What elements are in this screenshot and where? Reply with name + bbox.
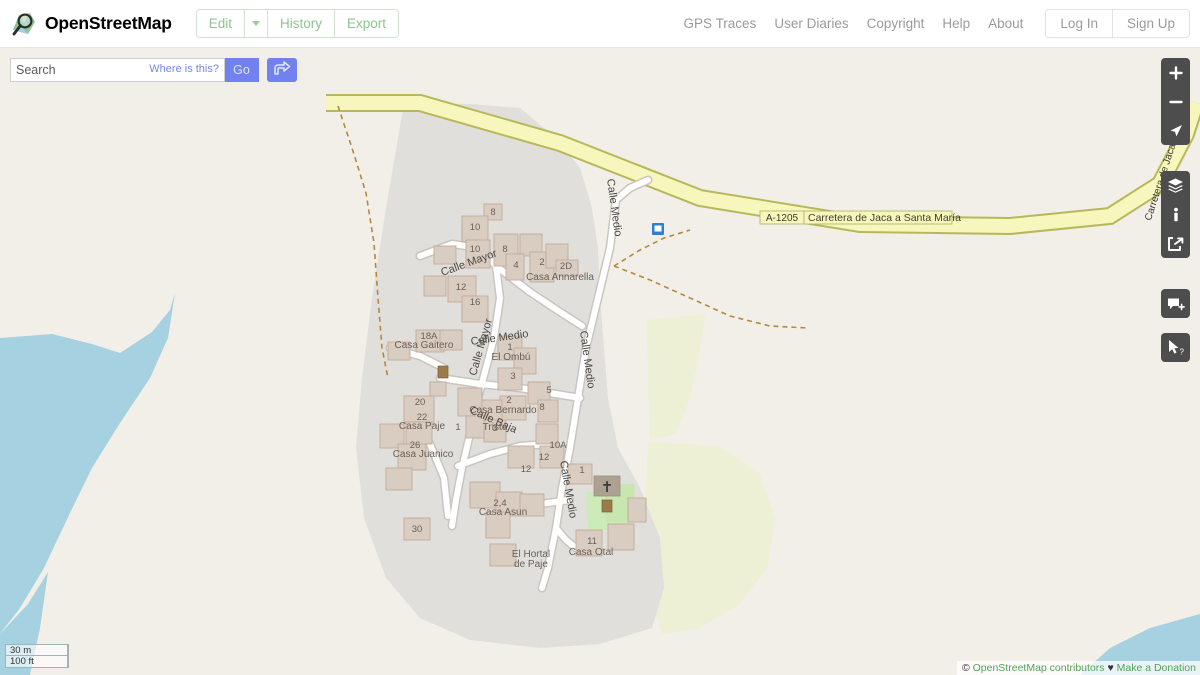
history-button[interactable]: History [268, 10, 336, 37]
brand[interactable]: OpenStreetMap [0, 10, 172, 38]
heart-icon: ♥ [1107, 662, 1114, 674]
place-label: El Ombú [492, 352, 531, 363]
scale-imperial: 100 ft [5, 656, 69, 668]
scale-bar: 30 m 100 ft [5, 644, 69, 668]
nav-link-about[interactable]: About [988, 16, 1023, 31]
house-number: 5 [546, 385, 551, 396]
directions-button[interactable] [267, 58, 297, 82]
map-canvas[interactable]: ✝ A-1205 Carretera de Jaca a Santa María… [0, 48, 1200, 675]
note-control-stack [1161, 289, 1190, 318]
bus-stop-marker [652, 223, 664, 235]
edit-button-group: Edit History Export [195, 9, 400, 38]
export-button[interactable]: Export [335, 10, 399, 37]
nav-link-copyright[interactable]: Copyright [867, 16, 925, 31]
house-number: 12 [539, 452, 550, 463]
nav-link-gps-traces[interactable]: GPS Traces [684, 16, 757, 31]
house-number: 10 [470, 222, 481, 233]
layers-control-stack [1161, 171, 1190, 258]
highway-ref-label: A-1205 [766, 213, 799, 224]
highway-name-label: Carretera de Jaca a Santa María [808, 212, 961, 224]
share-button[interactable] [1161, 229, 1190, 258]
house-number: 20 [415, 397, 426, 408]
house-number: 8 [539, 402, 544, 413]
add-note-button[interactable] [1161, 289, 1190, 318]
house-number: 8 [502, 244, 507, 255]
place-label: Triste [483, 422, 508, 433]
house-number: 16 [470, 297, 481, 308]
place-label: Casa Paje [399, 421, 446, 432]
search-panel: Where is this? Go [10, 58, 297, 82]
scale-metric: 30 m [5, 644, 69, 656]
place-label: Casa Juanico [393, 449, 454, 460]
map-attribution: © OpenStreetMap contributors ♥ Make a Do… [956, 661, 1200, 675]
locate-arrow-icon [1168, 123, 1184, 139]
make-a-donation-link[interactable]: Make a Donation [1117, 662, 1196, 674]
house-number: 11 [587, 536, 597, 547]
query-features-button[interactable]: ? [1161, 333, 1190, 362]
nav-link-user-diaries[interactable]: User Diaries [774, 16, 848, 31]
where-is-this-link[interactable]: Where is this? [149, 63, 219, 75]
house-number: 30 [412, 524, 423, 535]
auth-button-group: Log In Sign Up [1045, 9, 1190, 38]
copyright-symbol: © [961, 662, 970, 674]
zoom-in-button[interactable] [1161, 58, 1190, 87]
place-label: Casa Asun [479, 507, 527, 518]
directions-arrow-icon [273, 60, 291, 81]
site-header: OpenStreetMap Edit History Export GPS Tr… [0, 0, 1200, 48]
svg-text:?: ? [1179, 347, 1184, 356]
search-field[interactable]: Where is this? [10, 58, 225, 82]
chevron-down-icon [252, 21, 260, 26]
place-label: de Paje [514, 559, 548, 570]
place-label: Casa Otal [569, 547, 613, 558]
zoom-control-stack [1161, 58, 1190, 145]
house-number: 12 [456, 282, 467, 293]
place-label: Casa Gaitero [395, 340, 454, 351]
place-label: Casa Annarella [526, 272, 594, 283]
place-label: Casa Bernardo [469, 405, 537, 416]
highway-label-shield: A-1205 Carretera de Jaca a Santa María [759, 210, 961, 225]
house-number: 12 [521, 464, 532, 475]
add-note-icon [1167, 296, 1185, 312]
osm-contributors-link[interactable]: OpenStreetMap contributors [973, 662, 1105, 674]
house-number: 10 [470, 244, 481, 255]
house-number: 10A [550, 440, 568, 451]
brand-title: OpenStreetMap [45, 13, 172, 33]
osm-magnifier-logo [10, 10, 38, 38]
search-input[interactable] [11, 59, 161, 81]
church-cross-marker: ✝ [601, 480, 614, 496]
house-number: 1 [579, 465, 584, 476]
house-number: 3 [510, 371, 515, 382]
search-go-button[interactable]: Go [225, 58, 259, 82]
house-number: 8 [490, 207, 495, 218]
house-number: 2D [560, 261, 572, 272]
info-i-icon [1169, 207, 1183, 223]
layers-button[interactable] [1161, 171, 1190, 200]
house-number: 1 [455, 422, 460, 433]
edit-button[interactable]: Edit [196, 10, 245, 37]
query-control-stack: ? [1161, 333, 1190, 362]
login-button[interactable]: Log In [1046, 10, 1113, 37]
signup-button[interactable]: Sign Up [1113, 10, 1189, 37]
header-nav: GPS Traces User Diaries Copyright Help A… [684, 9, 1200, 38]
zoom-out-button[interactable] [1161, 87, 1190, 116]
share-export-icon [1167, 236, 1184, 252]
edit-dropdown-button[interactable] [245, 10, 268, 37]
house-number: 4 [513, 260, 518, 271]
nav-link-help[interactable]: Help [942, 16, 970, 31]
locate-button[interactable] [1161, 116, 1190, 145]
info-button[interactable] [1161, 200, 1190, 229]
house-number: 2 [539, 257, 544, 268]
layers-stack-icon [1167, 177, 1184, 194]
query-cursor-icon: ? [1167, 339, 1185, 356]
